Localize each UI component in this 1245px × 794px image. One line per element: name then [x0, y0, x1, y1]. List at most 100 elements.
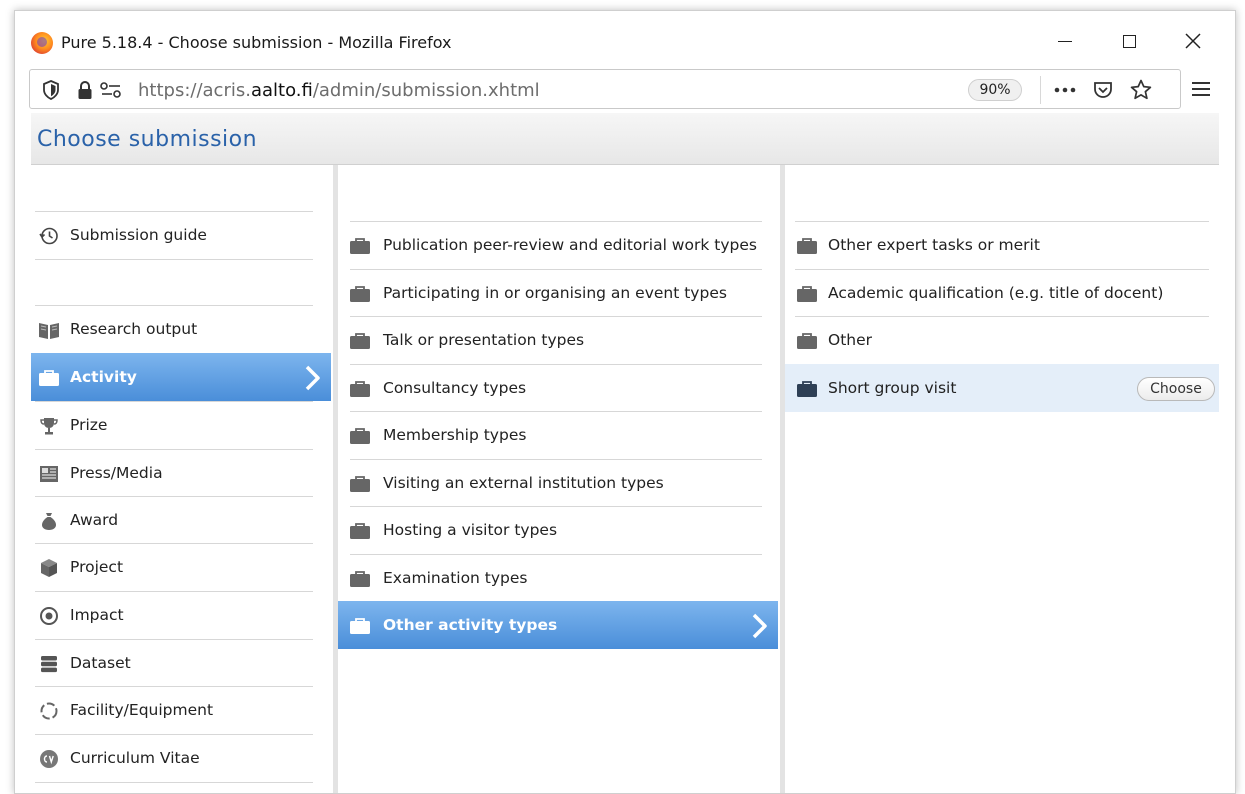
page-title: Choose submission [37, 127, 258, 152]
url-bar[interactable]: https://acris.aalto.fi/admin/submission.… [29, 69, 1181, 109]
category-list-end [31, 782, 331, 793]
submission-type-item-short-group-visit[interactable]: Short group visit Choose [785, 364, 1219, 412]
shield-icon[interactable] [40, 79, 62, 101]
book-icon [38, 319, 60, 341]
category-label: Submission guide [70, 226, 207, 244]
url-prefix: https://acris. [138, 80, 251, 101]
briefcase-icon [349, 378, 371, 400]
category-label: Activity [70, 368, 137, 386]
submission-type-column: Other expert tasks or merit Academic qua… [780, 165, 1219, 793]
activity-type-item[interactable]: Consultancy types [338, 364, 778, 412]
activity-type-item[interactable]: Visiting an external institution types [338, 459, 778, 507]
cv-icon [38, 748, 60, 770]
submission-type-label: Short group visit [828, 379, 957, 397]
pocket-icon[interactable] [1092, 79, 1114, 101]
chevron-right-icon [752, 613, 767, 639]
category-item-impact[interactable]: Impact [31, 591, 331, 639]
cube-icon [38, 557, 60, 579]
title-bar: Pure 5.18.4 - Choose submission - Mozill… [15, 11, 1235, 67]
permissions-icon[interactable] [100, 79, 122, 101]
category-item-facility-equipment[interactable]: Facility/Equipment [31, 686, 331, 734]
submission-type-item[interactable]: Other [785, 316, 1219, 364]
close-icon [1185, 33, 1201, 49]
activity-type-column: Publication peer-review and editorial wo… [333, 165, 778, 793]
briefcase-icon [349, 283, 371, 305]
url-separator [1040, 76, 1041, 104]
target-icon [38, 605, 60, 627]
category-label: Project [70, 558, 124, 576]
app-menu-button[interactable] [1187, 75, 1215, 103]
activity-type-item[interactable]: Publication peer-review and editorial wo… [338, 221, 778, 269]
category-item-press-media[interactable]: Press/Media [31, 449, 331, 497]
briefcase-icon [796, 378, 818, 400]
activity-type-item[interactable]: Talk or presentation types [338, 316, 778, 364]
category-label: Impact [70, 606, 124, 624]
maximize-button[interactable] [1109, 25, 1149, 57]
category-item-submission-guide[interactable]: Submission guide [31, 211, 331, 259]
category-item-activity[interactable]: Activity [31, 353, 331, 401]
submission-type-item[interactable]: Academic qualification (e.g. title of do… [785, 269, 1219, 317]
briefcase-icon [38, 367, 60, 389]
activity-type-item[interactable]: Hosting a visitor types [338, 506, 778, 554]
category-item-research-output[interactable]: Research output [31, 305, 331, 353]
category-item-dataset[interactable]: Dataset [31, 639, 331, 687]
window-title: Pure 5.18.4 - Choose submission - Mozill… [61, 33, 452, 52]
close-button[interactable] [1173, 25, 1213, 57]
activity-type-label: Publication peer-review and editorial wo… [383, 236, 757, 254]
submission-type-label: Other expert tasks or merit [828, 236, 1040, 254]
activity-type-item-other-activity-types[interactable]: Other activity types [338, 601, 778, 649]
submission-type-item[interactable]: Other expert tasks or merit [785, 221, 1219, 269]
minimize-icon [1058, 40, 1072, 42]
category-item-curriculum-vitae[interactable]: Curriculum Vitae [31, 734, 331, 782]
firefox-logo-icon [31, 32, 53, 54]
briefcase-icon [349, 473, 371, 495]
category-item-award[interactable]: Award [31, 496, 331, 544]
ring-icon [38, 700, 60, 722]
submission-type-label: Other [828, 331, 873, 349]
activity-type-label: Other activity types [383, 616, 558, 634]
activity-type-label: Visiting an external institution types [383, 474, 664, 492]
minimize-button[interactable] [1045, 25, 1085, 57]
history-icon [38, 225, 60, 247]
lock-icon[interactable] [74, 79, 96, 101]
briefcase-icon [349, 425, 371, 447]
zoom-level-button[interactable]: 90% [968, 79, 1022, 101]
activity-type-label: Examination types [383, 569, 528, 587]
browser-window: Pure 5.18.4 - Choose submission - Mozill… [14, 10, 1236, 794]
database-icon [38, 653, 60, 675]
category-spacer [31, 259, 331, 307]
category-label: Press/Media [70, 464, 163, 482]
briefcase-icon [349, 520, 371, 542]
activity-type-item[interactable]: Examination types [338, 554, 778, 602]
category-label: Prize [70, 416, 108, 434]
briefcase-icon [796, 330, 818, 352]
more-actions-icon[interactable] [1054, 79, 1076, 101]
newspaper-icon [38, 463, 60, 485]
category-label: Dataset [70, 654, 131, 672]
category-column: Submission guide Research output Activit… [31, 165, 331, 793]
activity-type-label: Hosting a visitor types [383, 521, 558, 539]
category-label: Facility/Equipment [70, 701, 214, 719]
activity-type-item[interactable]: Membership types [338, 411, 778, 459]
maximize-icon [1122, 34, 1136, 48]
category-label: Curriculum Vitae [70, 749, 200, 767]
briefcase-icon [349, 330, 371, 352]
briefcase-icon [349, 568, 371, 590]
url-text[interactable]: https://acris.aalto.fi/admin/submission.… [138, 80, 540, 101]
url-path: /admin/submission.xhtml [312, 80, 540, 101]
submission-type-label: Academic qualification (e.g. title of do… [828, 284, 1164, 302]
category-label: Award [70, 511, 119, 529]
choose-button[interactable]: Choose [1137, 377, 1215, 401]
briefcase-icon [349, 615, 371, 637]
category-label: Research output [70, 320, 198, 338]
submission-chooser: Submission guide Research output Activit… [31, 165, 1219, 793]
category-item-project[interactable]: Project [31, 543, 331, 591]
briefcase-icon [796, 283, 818, 305]
category-item-prize[interactable]: Prize [31, 401, 331, 449]
activity-type-item[interactable]: Participating in or organising an event … [338, 269, 778, 317]
bookmark-star-icon[interactable] [1130, 79, 1152, 101]
chevron-right-icon [305, 365, 320, 391]
activity-type-label: Talk or presentation types [383, 331, 585, 349]
money-bag-icon [38, 510, 60, 532]
briefcase-icon [349, 235, 371, 257]
